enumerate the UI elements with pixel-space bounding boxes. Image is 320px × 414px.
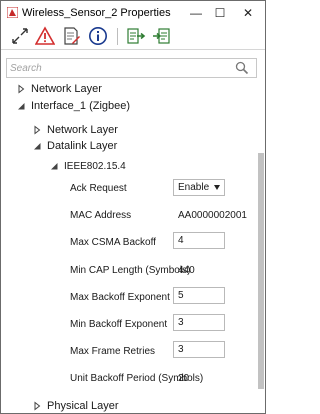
tree-node-label: IEEE802.15.4 [64, 160, 126, 172]
toolbar-divider [1, 49, 265, 50]
tree-node-network-layer-child[interactable]: Network Layer [32, 122, 118, 138]
properties-window: Wireless_Sensor_2 Properties — ☐ ✕ Searc… [0, 0, 266, 414]
property-label-mac-address: MAC Address [70, 210, 132, 221]
min-backoff-exponent-field[interactable]: 3 [173, 314, 225, 331]
collapse-arrow-icon[interactable] [49, 161, 59, 171]
tree-node-network-layer[interactable]: Network Layer [16, 81, 102, 97]
window-title: Wireless_Sensor_2 Properties [22, 7, 171, 19]
warning-icon[interactable] [35, 26, 55, 46]
property-label-ack-request: Ack Request [70, 183, 127, 194]
search-box [6, 58, 257, 78]
tree-node-ieee802154[interactable]: IEEE802.15.4 [49, 158, 126, 174]
export-icon[interactable] [126, 26, 146, 46]
resize-arrows-icon[interactable] [10, 26, 30, 46]
property-label-min-cap-length: Min CAP Length (Symbols) [70, 265, 191, 276]
property-tree: Network Layer Interface_1 (Zigbee) Netwo… [1, 81, 265, 414]
max-backoff-exponent-field[interactable]: 5 [173, 287, 225, 304]
tree-node-label: Datalink Layer [47, 140, 118, 152]
app-logo-icon [7, 7, 18, 18]
tree-node-datalink-layer[interactable]: Datalink Layer [32, 138, 117, 154]
info-icon[interactable] [88, 26, 108, 46]
scrollbar-thumb[interactable] [258, 153, 264, 389]
close-button[interactable]: ✕ [237, 3, 259, 23]
property-label-max-csma-backoff: Max CSMA Backoff [70, 237, 156, 248]
mac-address-value: AA0000002001 [178, 210, 247, 221]
tree-node-label: Network Layer [47, 124, 118, 136]
max-csma-backoff-field[interactable]: 4 [173, 232, 225, 249]
expand-arrow-icon[interactable] [16, 84, 26, 94]
ack-request-select[interactable]: Enable [173, 179, 225, 196]
expand-arrow-icon[interactable] [32, 125, 42, 135]
tree-node-label: Physical Layer [47, 400, 119, 412]
property-label-min-backoff-exponent: Min Backoff Exponent [70, 319, 168, 330]
tree-node-interface[interactable]: Interface_1 (Zigbee) [16, 98, 130, 114]
min-cap-length-value: 440 [178, 265, 195, 276]
minimize-button[interactable]: — [185, 3, 207, 23]
vertical-scrollbar[interactable] [257, 85, 265, 410]
property-label-max-backoff-exponent: Max Backoff Exponent [70, 292, 170, 303]
search-icon[interactable] [235, 61, 249, 75]
tree-node-label: Interface_1 (Zigbee) [31, 100, 131, 112]
tree-node-label: Network Layer [31, 83, 102, 95]
unit-backoff-period-value: 20 [178, 373, 190, 384]
toolbar-separator [117, 28, 118, 45]
search-input[interactable] [10, 60, 230, 76]
collapse-arrow-icon[interactable] [16, 101, 26, 111]
chevron-down-icon [214, 185, 220, 190]
title-bar: Wireless_Sensor_2 Properties — ☐ ✕ [1, 1, 265, 25]
select-value: Enable [178, 182, 210, 193]
collapse-arrow-icon[interactable] [32, 141, 42, 151]
max-frame-retries-field[interactable]: 3 [173, 341, 225, 358]
note-icon[interactable] [61, 26, 81, 46]
toolbar [1, 25, 265, 48]
maximize-button[interactable]: ☐ [209, 3, 231, 23]
expand-arrow-icon[interactable] [32, 401, 42, 411]
tree-node-physical-layer[interactable]: Physical Layer [32, 398, 119, 414]
property-label-max-frame-retries: Max Frame Retries [70, 346, 156, 357]
import-icon[interactable] [151, 26, 171, 46]
